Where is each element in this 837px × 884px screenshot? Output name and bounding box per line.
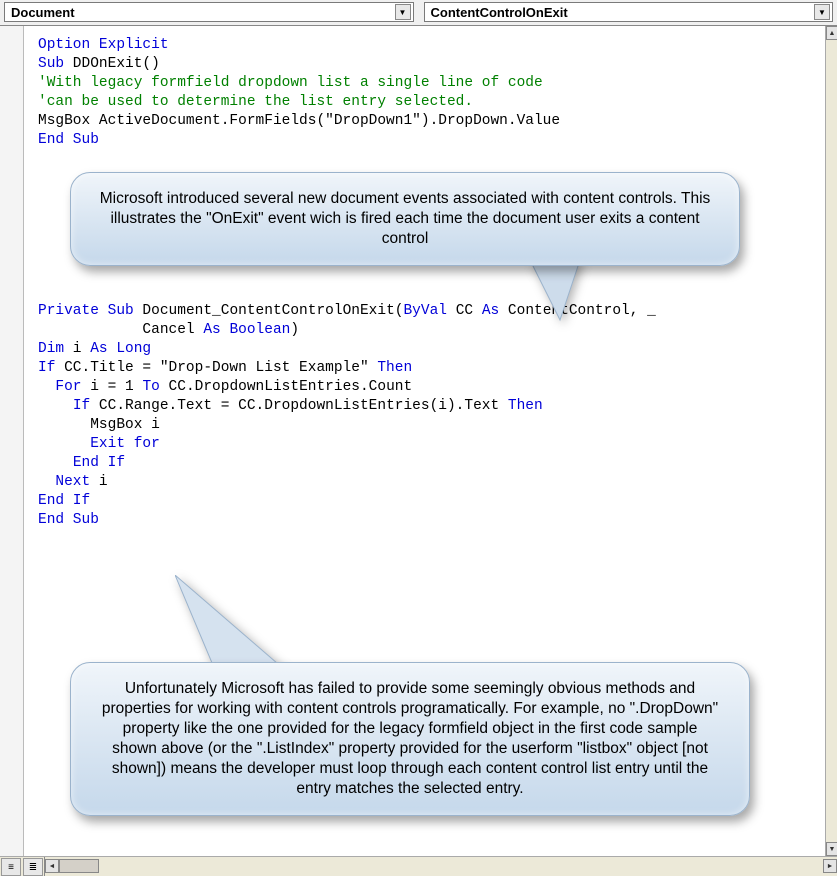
code-keyword: Private: [38, 303, 99, 319]
object-dropdown-value: Document: [11, 5, 75, 20]
scroll-thumb[interactable]: [59, 859, 99, 873]
full-module-view-button[interactable]: ≣: [23, 858, 43, 876]
dropdown-bar: Document ▼ ContentControlOnExit ▼: [0, 0, 837, 26]
code-comment: 'can be used to determine the list entry…: [38, 94, 473, 110]
callout-text: Microsoft introduced several new documen…: [100, 190, 711, 247]
margin-gutter: [0, 26, 24, 856]
view-buttons: ≡ ≣: [0, 857, 45, 876]
code-keyword: Option: [38, 37, 90, 53]
code-text: MsgBox ActiveDocument.FormFields("DropDo…: [38, 113, 560, 129]
procedure-dropdown[interactable]: ContentControlOnExit ▼: [424, 2, 834, 22]
scroll-left-icon[interactable]: ◄: [45, 859, 59, 873]
vertical-scrollbar[interactable]: ▲ ▼: [825, 26, 837, 856]
scroll-up-icon[interactable]: ▲: [826, 26, 837, 40]
callout-annotation-2: Unfortunately Microsoft has failed to pr…: [70, 662, 750, 816]
scroll-down-icon[interactable]: ▼: [826, 842, 837, 856]
code-comment: 'With legacy formfield dropdown list a s…: [38, 75, 543, 91]
procedure-view-button[interactable]: ≡: [1, 858, 21, 876]
procedure-dropdown-value: ContentControlOnExit: [431, 5, 568, 20]
bottom-bar: ≡ ≣ ◄ ►: [0, 856, 837, 876]
code-keyword: Sub: [38, 56, 64, 72]
code-keyword: End Sub: [38, 132, 99, 148]
chevron-down-icon[interactable]: ▼: [814, 4, 830, 20]
horizontal-scrollbar[interactable]: ◄ ►: [45, 857, 837, 876]
chevron-down-icon[interactable]: ▼: [395, 4, 411, 20]
code-text: DDOnExit(): [64, 56, 160, 72]
callout-annotation-1: Microsoft introduced several new documen…: [70, 172, 740, 266]
scroll-right-icon[interactable]: ►: [823, 859, 837, 873]
code-keyword: Explicit: [90, 37, 168, 53]
callout-text: Unfortunately Microsoft has failed to pr…: [102, 680, 718, 797]
object-dropdown[interactable]: Document ▼: [4, 2, 414, 22]
